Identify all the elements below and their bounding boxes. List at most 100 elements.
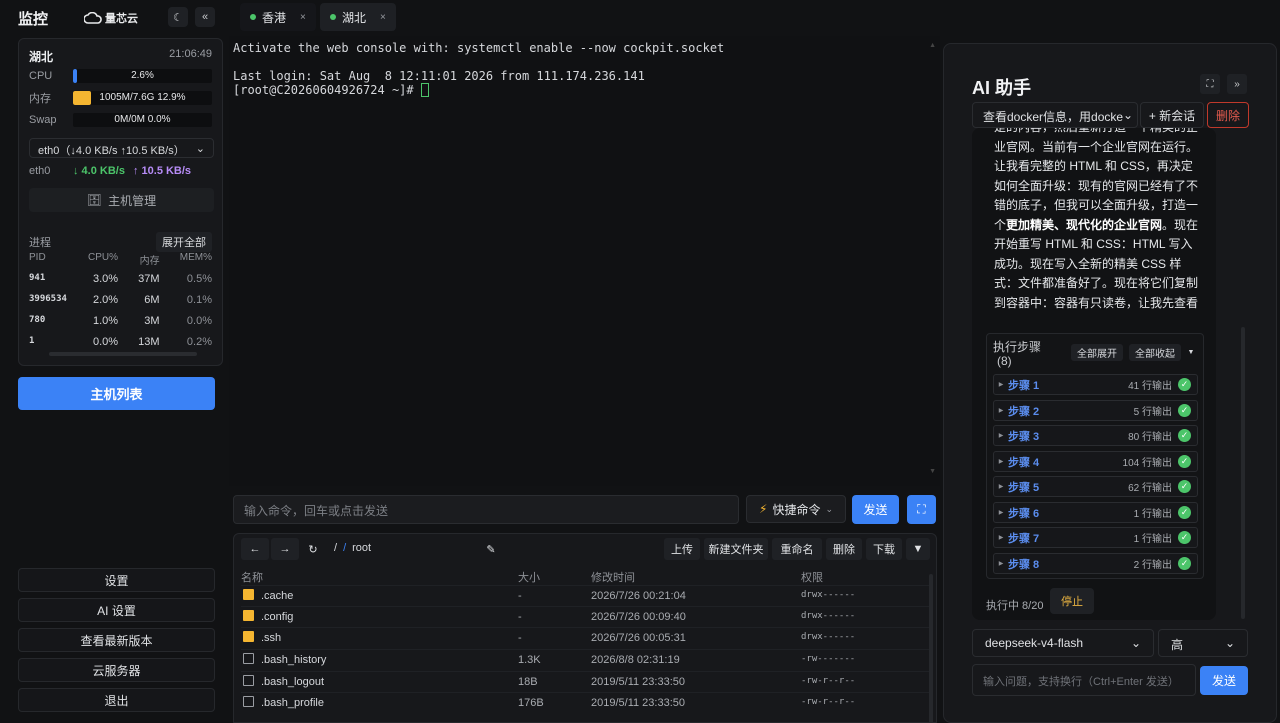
expand-icon[interactable]: ⛶ [1200, 74, 1220, 94]
command-input[interactable]: 输入命令，回车或点击发送 [233, 495, 739, 524]
mem-label: 内存 [29, 93, 51, 105]
upload-button[interactable]: 上传 [664, 538, 700, 560]
scroll-down-icon[interactable]: ▼ [929, 468, 936, 475]
step-item[interactable]: ▶ 步骤 5 62 行输出 ✓ [993, 476, 1198, 497]
logout-link[interactable]: 退出 [18, 688, 215, 712]
file-row[interactable]: .bash_history 1.3K 2026/8/8 02:31:19 -rw… [241, 649, 931, 670]
edit-path-icon[interactable]: ✎ [480, 538, 502, 560]
delete-button[interactable]: 删除 [826, 538, 862, 560]
collapse-panel-icon[interactable]: » [1227, 74, 1247, 94]
mem: 37M [138, 273, 160, 285]
step-item[interactable]: ▶ 步骤 1 41 行输出 ✓ [993, 374, 1198, 395]
col-mtime[interactable]: 修改时间 [591, 569, 635, 585]
process-row[interactable]: 941 3.0% 37M 0.5% [29, 273, 212, 285]
collapse-all-steps-button[interactable]: 全部收起 [1129, 344, 1181, 361]
cpu: 3.0% [92, 273, 119, 285]
terminal[interactable]: Activate the web console with: systemctl… [229, 36, 940, 486]
scroll-up-icon[interactable]: ▲ [929, 42, 936, 49]
new-session-button[interactable]: + 新会话 [1140, 102, 1204, 128]
close-icon[interactable]: × [380, 12, 386, 23]
rename-button[interactable]: 重命名 [772, 538, 822, 560]
check-icon: ✓ [1178, 378, 1191, 391]
file-row[interactable]: .config - 2026/7/26 00:09:40 drwx------ [241, 606, 931, 627]
step-item[interactable]: ▶ 步骤 8 2 行输出 ✓ [993, 553, 1198, 574]
step-name: 步骤 4 [1008, 456, 1040, 469]
file-row[interactable]: .bash_logout 18B 2019/5/11 23:33:50 -rw-… [241, 671, 931, 692]
host-manage-button[interactable]: 🗄 主机管理 [29, 188, 214, 212]
theme-toggle-icon[interactable]: ☾ [168, 7, 188, 27]
breadcrumb-dir[interactable]: root [352, 542, 371, 554]
cpu-row: CPU 2.6% [29, 69, 212, 83]
file-row[interactable]: .ssh - 2026/7/26 00:05:31 drwx------ [241, 627, 931, 648]
step-item[interactable]: ▶ 步骤 7 1 行输出 ✓ [993, 527, 1198, 548]
process-title: 进程 [29, 237, 51, 249]
quick-command-button[interactable]: ⚡ 快捷命令 ⌄ [746, 495, 846, 523]
file-row[interactable]: .cache - 2026/7/26 00:21:04 drwx------ [241, 585, 931, 606]
back-icon[interactable]: ← [241, 538, 269, 560]
process-row[interactable]: 1 0.0% 13M 0.2% [29, 336, 212, 348]
expand-all-button[interactable]: 展开全部 [156, 232, 212, 252]
step-item[interactable]: ▶ 步骤 6 1 行输出 ✓ [993, 502, 1198, 523]
expand-all-steps-button[interactable]: 全部展开 [1071, 344, 1123, 361]
delete-session-button[interactable]: 删除 [1207, 102, 1249, 128]
tab-hubei[interactable]: 湖北 × [320, 3, 396, 31]
folder-icon [243, 631, 254, 642]
cpu: 2.0% [92, 294, 119, 306]
session-select[interactable]: 查看docker信息，用docke ⌄ [972, 102, 1138, 128]
ai-question-input[interactable]: 输入问题，支持换行（Ctrl+Enter 发送） [972, 664, 1196, 696]
new-folder-button[interactable]: 新建文件夹 [704, 538, 768, 560]
step-item[interactable]: ▶ 步骤 3 80 行输出 ✓ [993, 425, 1198, 446]
mem-row: 内存 1005M/7.6G 12.9% [29, 91, 212, 105]
file-icon [243, 696, 254, 707]
col-size[interactable]: 大小 [518, 569, 540, 585]
file-name: .bash_logout [261, 676, 324, 688]
send-command-button[interactable]: 发送 [852, 495, 899, 524]
monitor-time: 21:06:49 [169, 48, 212, 60]
file-row[interactable]: .bash_profile 176B 2019/5/11 23:33:50 -r… [241, 692, 931, 713]
level-select[interactable]: 高 ⌄ [1158, 629, 1248, 657]
col-name[interactable]: 名称 [241, 569, 263, 585]
col-perm[interactable]: 权限 [801, 569, 823, 585]
memp: 0.0% [186, 315, 212, 327]
latest-version-link[interactable]: 查看最新版本 [18, 628, 215, 652]
process-scrollbar[interactable] [49, 352, 197, 356]
host-list-button[interactable]: 主机列表 [18, 377, 215, 410]
ai-settings-link[interactable]: AI 设置 [18, 598, 215, 622]
settings-link[interactable]: 设置 [18, 568, 215, 592]
fullscreen-icon[interactable]: ⛶ [907, 495, 936, 524]
expand-triangle-icon: ▶ [998, 561, 1004, 567]
steps-panel: 执行步骤 (8) 全部展开 全部收起 ▼ ▶ 步骤 1 41 行输出 ✓ ▶ 步骤 2 5… [986, 333, 1204, 579]
file-scrollbar[interactable] [929, 574, 933, 722]
process-row[interactable]: 780 1.0% 3M 0.0% [29, 315, 212, 327]
tab-hongkong[interactable]: 香港 × [240, 3, 316, 31]
file-size: - [518, 611, 522, 623]
step-item[interactable]: ▶ 步骤 2 5 行输出 ✓ [993, 400, 1198, 421]
refresh-icon[interactable]: ↻ [301, 538, 325, 560]
process-row[interactable]: 3996534 2.0% 6M 0.1% [29, 294, 212, 306]
cloud-server-link[interactable]: 云服务器 [18, 658, 215, 682]
status-dot-icon [250, 14, 256, 20]
file-name: .ssh [261, 632, 282, 644]
breadcrumb-root[interactable]: / [334, 542, 337, 554]
ai-scrollbar[interactable] [1241, 327, 1245, 619]
file-icon [243, 675, 254, 686]
forward-icon[interactable]: → [271, 538, 299, 560]
step-name: 步骤 6 [1008, 507, 1040, 520]
file-perm: -rw------- [801, 654, 856, 664]
collapse-sidebar-icon[interactable]: « [195, 7, 215, 27]
download-button[interactable]: 下载 [866, 538, 902, 560]
interface-select[interactable]: eth0（↓4.0 KB/s ↑10.5 KB/s） ⌄ [29, 138, 214, 158]
ai-send-button[interactable]: 发送 [1200, 666, 1248, 695]
logo-text: 量芯云 [105, 13, 139, 25]
model-select[interactable]: deepseek-v4-flash ⌄ [972, 629, 1154, 657]
step-item[interactable]: ▶ 步骤 4 104 行输出 ✓ [993, 451, 1198, 472]
close-icon[interactable]: × [300, 12, 306, 23]
chevron-down-icon: ⌄ [1123, 108, 1134, 122]
tab-bar: 香港 × 湖北 × [230, 0, 1280, 36]
step-output: 1 行输出 [1133, 534, 1172, 545]
more-menu-icon[interactable]: ▼ [906, 538, 930, 560]
steps-dropdown-icon[interactable]: ▼ [1185, 344, 1197, 361]
stop-button[interactable]: 停止 [1050, 588, 1094, 614]
check-icon: ✓ [1178, 429, 1191, 442]
steps-count: (8) [997, 354, 1012, 368]
